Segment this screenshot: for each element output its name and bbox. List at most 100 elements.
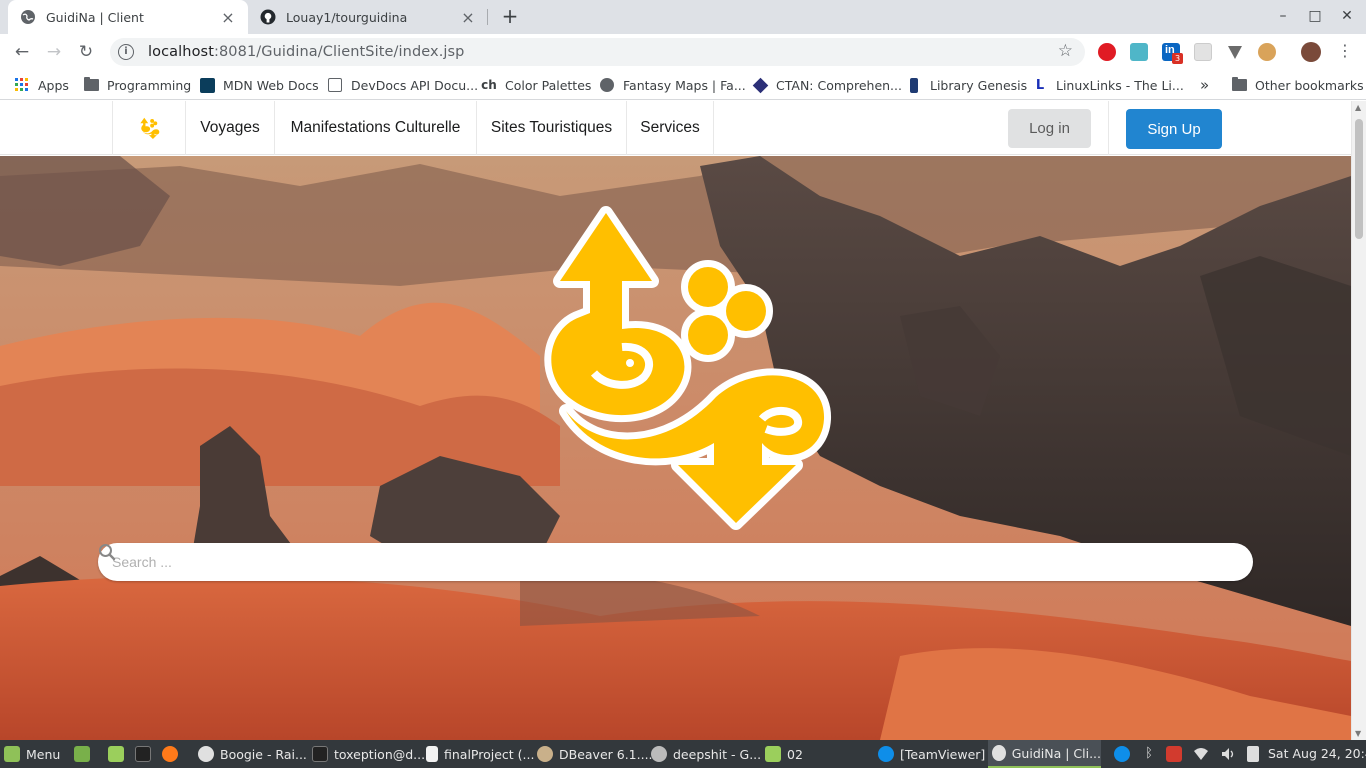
system-clock[interactable]: Sat Aug 24, 20:46 <box>1268 740 1366 768</box>
nav-manifestations-culturelle[interactable]: Manifestations Culturelle <box>274 101 476 155</box>
desert-landscape-image <box>0 156 1351 740</box>
bookmark-label: LinuxLinks - The Li... <box>1056 77 1184 93</box>
bookmarks-overflow-button[interactable]: » <box>1200 76 1209 94</box>
terminal-icon <box>135 746 151 762</box>
bookmark-library-genesis[interactable]: Library Genesis <box>906 76 1027 94</box>
reload-button[interactable]: ↻ <box>74 40 98 64</box>
bookmark-label: MDN Web Docs <box>223 77 319 93</box>
taskbar-item-dbeaver[interactable]: DBeaver 6.1.... <box>537 740 653 768</box>
scroll-up-arrow-icon[interactable]: ▲ <box>1355 103 1361 112</box>
hero-banner <box>0 156 1351 740</box>
other-bookmarks-folder[interactable]: Other bookmarks <box>1231 76 1364 94</box>
firefox-launcher[interactable] <box>162 740 184 768</box>
grey-ext-icon[interactable] <box>1194 43 1212 61</box>
volume-icon[interactable] <box>1220 746 1236 762</box>
browser-menu-icon[interactable]: ⋮ <box>1337 41 1353 61</box>
site-logo-link[interactable] <box>112 101 185 155</box>
bookmark-devdocs[interactable]: DevDocs API Docu... <box>327 76 478 94</box>
bookmark-color-palettes[interactable]: ch Color Palettes <box>481 76 591 94</box>
taskbar-item-label: 02 <box>787 746 803 762</box>
bookmark-linuxlinks[interactable]: L LinuxLinks - The Li... <box>1032 76 1184 94</box>
folder-icon <box>765 746 781 762</box>
page-scrollbar[interactable]: ▲ ▼ <box>1351 101 1366 740</box>
linkedin-icon[interactable]: in 3 <box>1162 43 1183 64</box>
taskbar-item-boogie[interactable]: Boogie - Rai... <box>198 740 307 768</box>
files-launcher[interactable] <box>108 740 130 768</box>
taskbar-item-label: [TeamViewer] <box>900 746 986 762</box>
teamviewer-tray-icon[interactable] <box>1114 746 1130 762</box>
site-info-icon[interactable]: i <box>118 44 134 60</box>
close-tab-icon[interactable]: × <box>220 8 236 27</box>
close-window-button[interactable]: ✕ <box>1331 0 1363 34</box>
site-navbar: Voyages Manifestations Culturelle Sites … <box>0 101 1351 155</box>
ctan-icon <box>752 77 768 93</box>
maximize-button[interactable]: □ <box>1299 0 1331 34</box>
bookmark-apps[interactable]: Apps <box>14 76 69 94</box>
forward-button[interactable]: → <box>42 40 66 64</box>
bookmark-label: Other bookmarks <box>1255 77 1364 93</box>
teamviewer-icon <box>878 746 894 762</box>
scroll-down-arrow-icon[interactable]: ▼ <box>1355 729 1361 738</box>
start-menu-button[interactable]: Menu <box>4 740 60 768</box>
nav-voyages[interactable]: Voyages <box>185 101 274 155</box>
battery-icon[interactable] <box>1247 746 1259 762</box>
bookmark-label: Programming <box>107 77 192 93</box>
vimium-icon[interactable] <box>1226 43 1244 61</box>
url-path: :8081/Guidina/ClientSite/index.jsp <box>214 44 465 60</box>
bookmark-star-icon[interactable]: ☆ <box>1058 41 1073 61</box>
taskbar-item-02[interactable]: 02 <box>765 740 803 768</box>
address-bar[interactable]: i localhost:8081/Guidina/ClientSite/inde… <box>110 38 1085 66</box>
shield-icon[interactable] <box>1166 746 1182 762</box>
guidina-logo-icon <box>140 117 160 139</box>
cookie-icon[interactable] <box>1258 43 1276 61</box>
minimize-button[interactable]: – <box>1267 0 1299 34</box>
nav-services[interactable]: Services <box>626 101 714 155</box>
show-desktop-launcher[interactable] <box>74 740 96 768</box>
mint-logo-icon <box>4 746 20 762</box>
nav-sites-touristiques[interactable]: Sites Touristiques <box>476 101 626 155</box>
close-tab-icon[interactable]: × <box>460 8 476 27</box>
page-viewport: Voyages Manifestations Culturelle Sites … <box>0 101 1351 740</box>
terminal-launcher[interactable] <box>135 740 157 768</box>
taskbar-item-deepshit[interactable]: deepshit - G... <box>651 740 761 768</box>
folder-icon <box>108 746 124 762</box>
profile-avatar[interactable] <box>1301 42 1321 62</box>
taskbar-item-label: finalProject (... <box>444 746 535 762</box>
url-text[interactable]: localhost:8081/Guidina/ClientSite/index.… <box>148 44 465 60</box>
dbeaver-icon <box>537 746 553 762</box>
bookmark-programming[interactable]: Programming <box>83 76 191 94</box>
url-host: localhost <box>148 44 214 60</box>
mdn-icon <box>199 77 215 93</box>
taskbar-item-teamviewer[interactable]: [TeamViewer] <box>878 740 985 768</box>
taskbar-item-finalproject[interactable]: finalProject (... <box>426 740 534 768</box>
document-icon <box>426 746 438 762</box>
bookmark-label: Apps <box>38 77 69 93</box>
taskbar-item-guidina[interactable]: GuidiNa | Cli... <box>988 740 1101 768</box>
login-button[interactable]: Log in <box>1008 109 1091 148</box>
taskbar-item-label: GuidiNa | Cli... <box>1011 745 1101 761</box>
taskbar-item-label: toxeption@d... <box>334 746 426 762</box>
signup-button[interactable]: Sign Up <box>1126 109 1222 149</box>
bluetooth-icon[interactable]: ᛒ <box>1141 746 1157 762</box>
taskbar-item-terminal[interactable]: toxeption@d... <box>312 740 425 768</box>
tab-guidina-client[interactable]: GuidiNa | Client × <box>8 0 248 34</box>
bookmark-label: DevDocs API Docu... <box>351 77 479 93</box>
opera-red-icon[interactable] <box>1098 43 1116 61</box>
terminal-icon <box>312 746 328 762</box>
scrollbar-thumb[interactable] <box>1355 119 1363 239</box>
tab-separator <box>487 9 488 25</box>
bookmark-mdn[interactable]: MDN Web Docs <box>199 76 319 94</box>
bookmark-fantasy-maps[interactable]: Fantasy Maps | Fa... <box>599 76 746 94</box>
search-input[interactable] <box>112 554 1239 570</box>
new-tab-button[interactable]: + <box>498 5 522 29</box>
apps-grid-icon <box>14 77 30 93</box>
libgen-icon <box>906 77 922 93</box>
wifi-icon[interactable] <box>1193 746 1209 762</box>
search-icon[interactable] <box>98 543 116 561</box>
bookmark-ctan[interactable]: CTAN: Comprehen... <box>752 76 902 94</box>
teal-ext-icon[interactable] <box>1130 43 1148 61</box>
os-taskbar: Menu Boogie - Rai... toxeption@d... fina… <box>0 740 1366 768</box>
tab-github-tourguidina[interactable]: Louay1/tourguidina × <box>248 0 488 34</box>
navbar-divider <box>1108 101 1109 155</box>
back-button[interactable]: ← <box>10 40 34 64</box>
